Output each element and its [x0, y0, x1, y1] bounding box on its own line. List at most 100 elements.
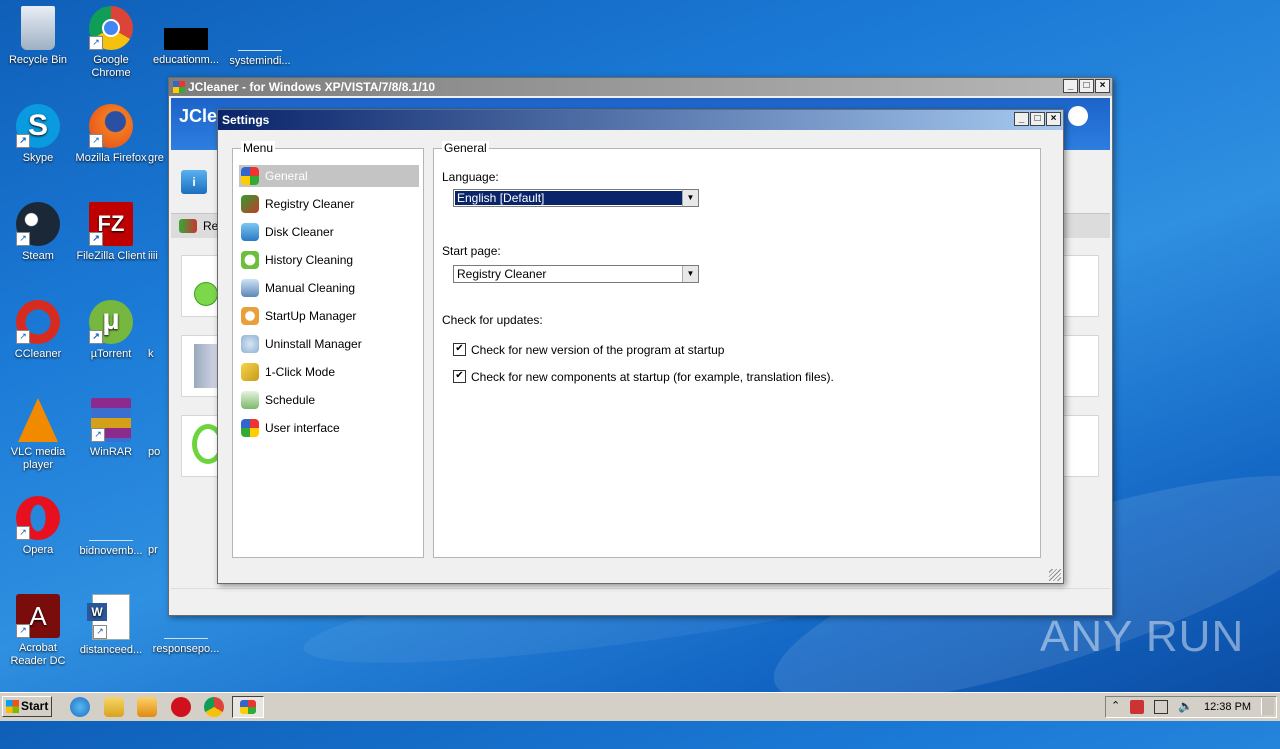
- desktop-icon-vlc[interactable]: VLC media player: [0, 398, 76, 472]
- ui-icon: [241, 419, 259, 437]
- main-statusbar: [171, 588, 1110, 613]
- opera-icon[interactable]: [171, 697, 191, 717]
- taskbar: Start ⌃ 🔈 12:38 PM: [0, 692, 1280, 721]
- chrome-icon[interactable]: [204, 697, 224, 717]
- desktop-icon-distanceed[interactable]: W ↗ distanceed...: [73, 594, 149, 657]
- jcleaner-app-icon: [173, 81, 185, 93]
- desktop-icon-label: µTorrent: [90, 348, 132, 360]
- desktop-icon-label: CCleaner: [14, 348, 62, 360]
- desktop-icon-label: Acrobat Reader DC: [10, 642, 66, 667]
- menu-item-label: StartUp Manager: [265, 309, 357, 323]
- menu-item-uninstall-manager[interactable]: Uninstall Manager: [239, 333, 419, 355]
- check-new-components-checkbox[interactable]: ✔: [453, 370, 466, 383]
- general-groupbox-title: General: [442, 141, 489, 155]
- close-button[interactable]: ×: [1095, 79, 1110, 93]
- minimize-button[interactable]: _: [1014, 112, 1029, 126]
- menu-item-label: 1-Click Mode: [265, 365, 336, 379]
- ccleaner-icon: ↗: [16, 300, 60, 344]
- desktop-icon-label: Google Chrome: [91, 54, 131, 79]
- check-new-version-checkbox[interactable]: ✔: [453, 343, 466, 356]
- desktop-icon-label: systemindi...: [229, 55, 291, 67]
- chrome-icon: ↗: [89, 6, 133, 50]
- desktop-icon-educationm[interactable]: educationm...: [148, 6, 224, 67]
- check-new-version-label[interactable]: Check for new version of the program at …: [471, 343, 724, 357]
- firefox-icon: ↗: [89, 104, 133, 148]
- desktop-icon-label: bidnovemb...: [79, 545, 143, 557]
- general-groupbox: General Language: English [Default] ▼ St…: [433, 141, 1041, 558]
- start-button[interactable]: Start: [2, 696, 52, 717]
- desktop-icon-bidnovemb[interactable]: bidnovemb...: [73, 496, 149, 558]
- menu-item-registry-cleaner[interactable]: Registry Cleaner: [239, 193, 419, 215]
- minimize-button[interactable]: _: [1063, 79, 1078, 93]
- show-desktop-button[interactable]: [1261, 698, 1274, 715]
- maximize-button[interactable]: □: [1079, 79, 1094, 93]
- taskbar-jcleaner-button[interactable]: [232, 696, 264, 718]
- language-select[interactable]: English [Default] ▼: [453, 189, 699, 207]
- anyrun-watermark: ANY RUN: [1040, 612, 1244, 662]
- menu-item-user-interface[interactable]: User interface: [239, 417, 419, 439]
- menu-item-startup-manager[interactable]: StartUp Manager: [239, 305, 419, 327]
- chevron-down-icon[interactable]: ▼: [682, 190, 698, 206]
- vlc-icon: [18, 398, 58, 442]
- maximize-button[interactable]: □: [1030, 112, 1045, 126]
- desktop-icon-chrome[interactable]: ↗ Google Chrome: [73, 6, 149, 80]
- menu-item-label: General: [265, 169, 308, 183]
- startpage-select[interactable]: Registry Cleaner ▼: [453, 265, 699, 283]
- ie-icon[interactable]: [70, 697, 90, 717]
- desktop-icon-systemindi[interactable]: systemindi...: [222, 6, 298, 68]
- network-icon[interactable]: [1154, 700, 1168, 714]
- menu-item-label: History Cleaning: [265, 253, 354, 267]
- desktop-icon-label: responsepo...: [152, 643, 220, 655]
- history-icon: [241, 251, 259, 269]
- volume-icon[interactable]: 🔈: [1178, 699, 1193, 713]
- clock[interactable]: 12:38 PM: [1204, 701, 1251, 713]
- system-tray: ⌃ 🔈 12:38 PM: [1105, 696, 1277, 718]
- tray-expand-icon[interactable]: ⌃: [1111, 699, 1120, 712]
- main-window-title: JCleaner - for Windows XP/VISTA/7/8/8.1/…: [188, 80, 436, 94]
- explorer-folder-icon[interactable]: [104, 697, 124, 717]
- settings-titlebar[interactable]: Settings _ □ ×: [218, 110, 1063, 130]
- steam-icon: ↗: [16, 202, 60, 246]
- action-center-flag-icon[interactable]: [1130, 700, 1144, 714]
- start-label: Start: [21, 699, 49, 713]
- menu-item-manual-cleaning[interactable]: Manual Cleaning: [239, 277, 419, 299]
- word-doc-icon: W ↗: [87, 594, 130, 640]
- info-icon[interactable]: i: [181, 170, 207, 194]
- menu-item-schedule[interactable]: Schedule: [239, 389, 419, 411]
- language-label: Language:: [442, 170, 499, 184]
- general-icon: [241, 167, 259, 185]
- desktop-icon-skype[interactable]: S ↗ Skype: [0, 104, 76, 165]
- gear-icon[interactable]: [1068, 106, 1088, 126]
- desktop-icon-winrar[interactable]: ↗ WinRAR: [73, 398, 149, 459]
- media-player-icon[interactable]: [137, 697, 157, 717]
- desktop-icon-label: distanceed...: [79, 644, 143, 656]
- desktop-icon-ccleaner[interactable]: ↗ CCleaner: [0, 300, 76, 361]
- menu-item-label: User interface: [265, 421, 340, 435]
- menu-item-label: Uninstall Manager: [265, 337, 362, 351]
- menu-item-1-click-mode[interactable]: 1-Click Mode: [239, 361, 419, 383]
- recycle-bin-icon: [21, 6, 55, 50]
- desktop-icon-label: Recycle Bin: [8, 54, 68, 66]
- desktop-icon-label: Opera: [22, 544, 54, 556]
- check-new-components-label[interactable]: Check for new components at startup (for…: [471, 370, 834, 384]
- registry-icon: [179, 219, 197, 233]
- menu-item-history-cleaning[interactable]: History Cleaning: [239, 249, 419, 271]
- resize-grip-icon[interactable]: [1049, 569, 1061, 581]
- main-titlebar[interactable]: JCleaner - for Windows XP/VISTA/7/8/8.1/…: [169, 78, 1112, 96]
- menu-item-general[interactable]: General: [239, 165, 419, 187]
- opera-icon: ↗: [16, 496, 60, 540]
- chevron-down-icon[interactable]: ▼: [682, 266, 698, 282]
- skype-icon: S ↗: [16, 104, 60, 148]
- main-header-title: JCle: [179, 106, 218, 126]
- file-icon: [238, 6, 282, 51]
- desktop-icon-utorrent[interactable]: µ ↗ µTorrent: [73, 300, 149, 361]
- desktop-icon-filezilla[interactable]: FZ ↗ FileZilla Client: [73, 202, 149, 263]
- menu-item-disk-cleaner[interactable]: Disk Cleaner: [239, 221, 419, 243]
- desktop-icon-opera[interactable]: ↗ Opera: [0, 496, 76, 557]
- desktop-icon-acrobat[interactable]: A ↗ Acrobat Reader DC: [0, 594, 76, 668]
- desktop-icon-steam[interactable]: ↗ Steam: [0, 202, 76, 263]
- menu-groupbox-title: Menu: [241, 141, 276, 155]
- close-button[interactable]: ×: [1046, 112, 1061, 126]
- desktop-icon-firefox[interactable]: ↗ Mozilla Firefox: [73, 104, 149, 165]
- desktop-icon-recycle-bin[interactable]: Recycle Bin: [0, 6, 76, 67]
